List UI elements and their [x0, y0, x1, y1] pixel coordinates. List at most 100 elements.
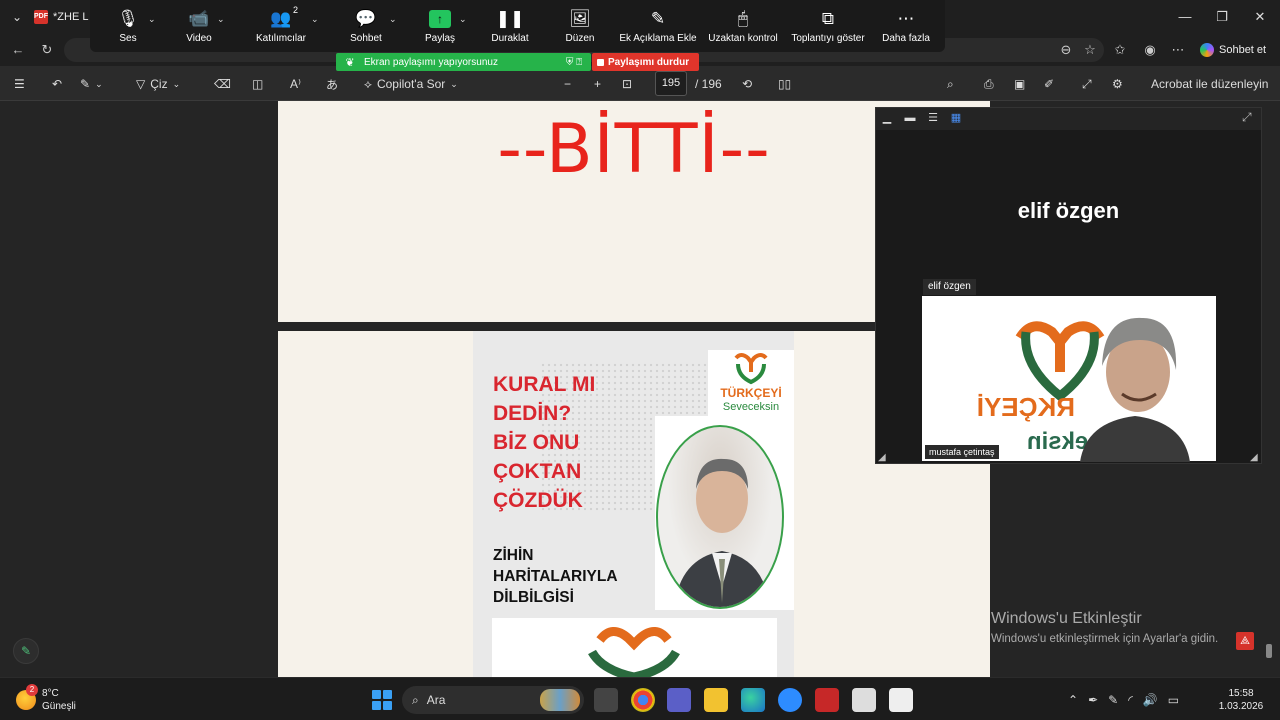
zoom-in-icon[interactable]: + — [594, 74, 601, 94]
task-view-icon[interactable] — [594, 688, 618, 712]
chevron-down-icon: ⌄ — [172, 78, 181, 89]
screen-share-status-banner[interactable]: ❦ Ekran paylaşımı yapıyorsunuz ⛨ ⍰ — [336, 53, 591, 71]
chevron-up-icon[interactable]: ⌃ — [1068, 693, 1078, 707]
minimize-panel-icon[interactable]: ▁ — [880, 111, 894, 125]
video-label: Video — [186, 33, 212, 44]
fit-page-icon[interactable]: ⊡ — [622, 74, 632, 94]
participants-chevron-icon[interactable]: ⌄ — [311, 14, 319, 25]
more-button[interactable]: ⋯ Daha fazla — [880, 0, 932, 52]
stop-share-button[interactable]: Paylaşımı durdur — [592, 53, 699, 71]
favorites-icon[interactable]: ✩ — [1110, 40, 1130, 60]
acrobat-icon[interactable]: ⟁ — [1236, 632, 1254, 650]
acrobat-edit-link[interactable]: Acrobat ile düzenleyin — [1151, 74, 1268, 94]
teams-icon[interactable] — [667, 688, 691, 712]
page-number-input[interactable]: 195 — [655, 71, 687, 96]
translate-icon[interactable]: あ — [326, 74, 338, 94]
share-chevron-icon[interactable]: ⌄ — [459, 14, 467, 25]
battery-icon[interactable]: ▭ — [1168, 693, 1179, 707]
tab-actions-menu-icon[interactable]: ⌄ — [6, 6, 28, 28]
pen-tray-icon[interactable]: ✒ — [1088, 693, 1098, 707]
zoom-out-icon[interactable]: − — [564, 74, 571, 94]
show-meeting-icon: ⧉ — [821, 9, 835, 28]
floating-pen-icon[interactable]: ✎ — [13, 638, 39, 664]
edge-icon[interactable] — [741, 688, 765, 712]
app-icon-light[interactable] — [889, 688, 913, 712]
two-page-view-icon[interactable]: ▯▯ — [778, 74, 791, 94]
copilot-chat-label: Sohbet et — [1219, 44, 1267, 56]
page-total: / 196 — [695, 77, 722, 91]
file-explorer-icon[interactable] — [704, 688, 728, 712]
video-button[interactable]: 📹 Video — [182, 0, 216, 52]
taskbar-clock[interactable]: 15:58 1.03.2026 — [1216, 687, 1266, 713]
save-as-icon[interactable]: ✐ — [1044, 74, 1054, 94]
remote-control-button[interactable]: 🖱 Uzaktan kontrol — [704, 0, 782, 52]
zoom-magnifier-icon[interactable]: ⊖ — [1056, 40, 1076, 60]
profile-avatar[interactable]: ◉ — [1140, 40, 1160, 60]
print-icon[interactable]: ⎙ — [984, 74, 994, 94]
annotate-button[interactable]: ✎ Ek Açıklama Ekle — [618, 0, 698, 52]
volume-icon[interactable]: 🔊 — [1143, 693, 1158, 707]
zoom-icon[interactable] — [778, 688, 802, 712]
video-options-chevron-icon[interactable]: ⌄ — [217, 14, 225, 25]
show-meeting-button[interactable]: ⧉ Toplantıyı göster — [788, 0, 868, 52]
browser-tab[interactable]: PDF *ZHE L — [34, 4, 94, 30]
contents-list-icon[interactable]: ☰ — [14, 74, 25, 94]
active-speaker-view-icon[interactable]: ▬ — [903, 111, 917, 125]
chrome-icon[interactable] — [631, 688, 655, 712]
undo-icon[interactable]: ↶ — [52, 74, 62, 94]
taskbar-search[interactable]: ⌕ Ara — [402, 686, 584, 714]
favorite-star-icon[interactable]: ☆ — [1080, 40, 1100, 60]
scrollbar-thumb[interactable] — [1266, 644, 1272, 658]
resize-handle-icon[interactable]: ◢ — [1250, 452, 1260, 463]
pen-menu-icon[interactable]: ✎ — [1108, 693, 1118, 707]
draw-button[interactable]: ▽ Çiz ⌄ — [136, 74, 180, 94]
chevron-down-icon: ⌄ — [450, 78, 458, 89]
video-camera-icon: 📹 — [188, 9, 210, 28]
save-icon[interactable]: ▣ — [1014, 74, 1025, 94]
page-view-icon[interactable]: ◫ — [252, 74, 263, 94]
weather-widget[interactable]: 2 8°C Güneşli — [16, 684, 96, 715]
settings-gear-icon[interactable]: ⚙ — [1112, 74, 1123, 94]
pencil-icon: ✎ — [650, 9, 666, 28]
audio-options-chevron-icon[interactable]: ⌄ — [148, 14, 156, 25]
pause-icon: ❚❚ — [495, 9, 525, 28]
share-button[interactable]: ↑ Paylaş — [423, 0, 457, 52]
strip-view-icon[interactable]: ☰ — [926, 111, 940, 125]
app-icon-white[interactable] — [852, 688, 876, 712]
heart-logo-large-icon — [588, 627, 680, 682]
subhead-line: DİLBİLGİSİ — [493, 589, 574, 606]
rotate-icon[interactable]: ⟲ — [742, 74, 752, 94]
app-icon-red[interactable] — [815, 688, 839, 712]
participant-count-badge: 2 — [293, 5, 299, 15]
copilot-chat-button[interactable]: Sohbet et — [1200, 38, 1276, 62]
minimize-window-icon[interactable]: — — [1170, 6, 1200, 28]
back-icon[interactable]: ← — [8, 40, 28, 60]
flyer-headline: KURAL MI DEDİN? BİZ ONU ÇOKTAN ÇÖZDÜK — [493, 370, 673, 515]
close-window-icon[interactable]: ✕ — [1245, 6, 1275, 28]
temperature: 8°C — [42, 688, 59, 699]
chat-button[interactable]: 💬 Sohbet — [346, 0, 386, 52]
copilot-ask-button[interactable]: ⟡ Copilot'a Sor ⌄ — [364, 74, 458, 94]
refresh-icon[interactable]: ↻ — [37, 40, 57, 60]
pause-share-button[interactable]: ❚❚ Duraklat — [488, 0, 532, 52]
pdf-file-icon: PDF — [34, 10, 48, 24]
expand-panel-icon[interactable]: ⤢ — [1242, 110, 1258, 126]
audio-button[interactable]: 🎙 Ses — [114, 0, 142, 52]
wifi-icon[interactable]: ◜ — [1128, 693, 1133, 707]
windows-start-icon[interactable] — [372, 690, 392, 710]
stop-icon — [597, 58, 604, 66]
logo-text-top: TÜRKÇEYİ — [720, 386, 782, 400]
chat-chevron-icon[interactable]: ⌄ — [389, 14, 397, 25]
maximize-window-icon[interactable]: ❐ — [1207, 6, 1237, 28]
subhead-line: HARİTALARIYLA — [493, 568, 618, 585]
resize-handle-icon[interactable]: ◢ — [878, 452, 888, 463]
layout-button[interactable]: 🖼 Düzen — [562, 0, 598, 52]
read-aloud-icon[interactable]: A⁾ — [290, 74, 301, 94]
eraser-icon[interactable]: ⌫ — [214, 74, 231, 94]
participants-button[interactable]: 👥 Katılımcılar — [253, 0, 309, 52]
highlight-icon[interactable]: ✎ ⌄ — [80, 74, 103, 94]
browser-more-icon[interactable]: ⋯ — [1168, 40, 1188, 60]
search-icon[interactable]: ⌕ — [947, 74, 954, 94]
gallery-grid-icon[interactable]: ▦ — [949, 111, 963, 125]
fullscreen-icon[interactable]: ⤢ — [1082, 74, 1092, 94]
